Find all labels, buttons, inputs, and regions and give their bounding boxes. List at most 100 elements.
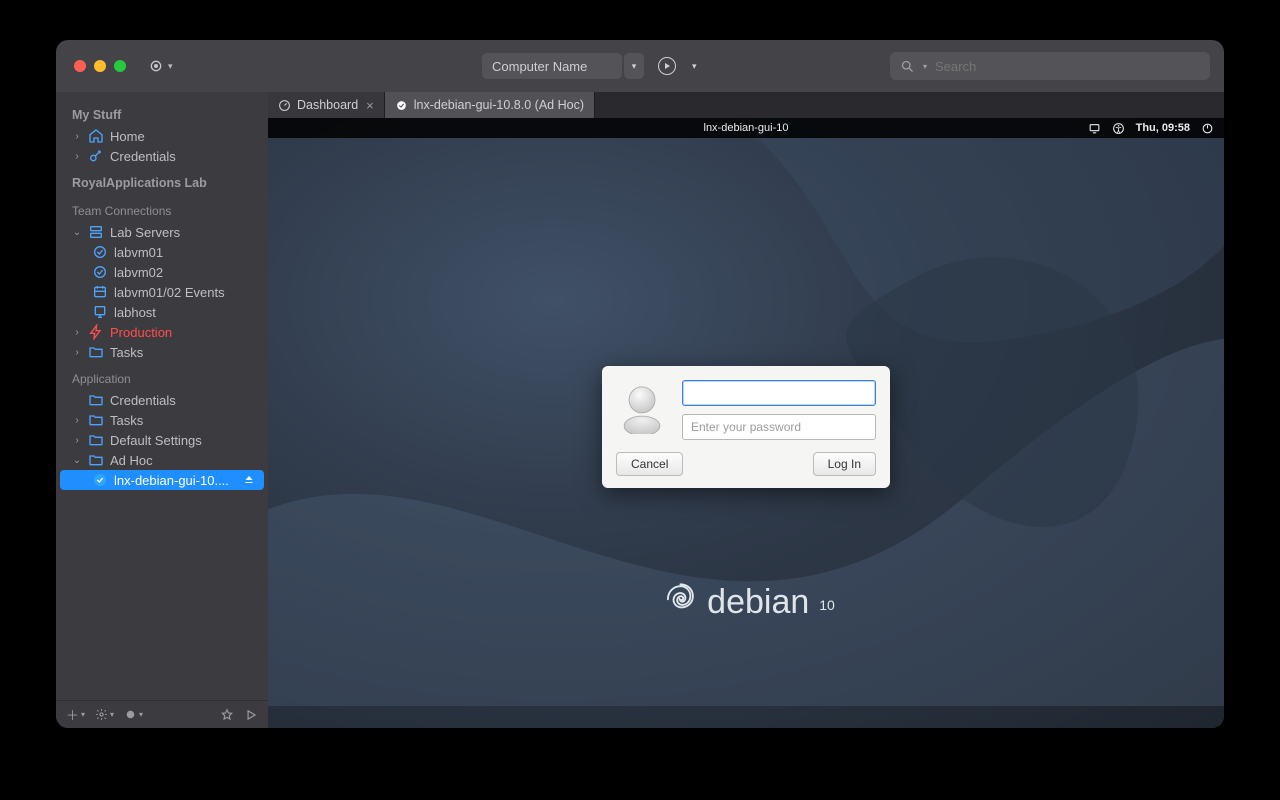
folder-icon <box>88 432 104 448</box>
accessibility-icon[interactable] <box>1112 121 1126 135</box>
group-application: Application <box>56 362 268 390</box>
events-icon <box>92 284 108 300</box>
tree-label: Credentials <box>110 393 176 408</box>
chevron-right-icon: › <box>72 151 82 162</box>
minimize-window-button[interactable] <box>94 60 106 72</box>
tab-connection[interactable]: lnx-debian-gui-10.8.0 (Ad Hoc) <box>385 92 595 118</box>
window-controls <box>74 60 126 72</box>
login-dialog: Cancel Log In <box>602 366 890 488</box>
folder-icon <box>88 412 104 428</box>
chevron-down-icon[interactable]: ▾ <box>624 53 644 79</box>
lightning-icon <box>88 324 104 340</box>
username-input[interactable] <box>682 380 876 406</box>
favorite-button[interactable] <box>220 708 234 722</box>
app-window: ▾ My Stuff › Home › Credentials RoyalApp… <box>56 40 1224 728</box>
debian-swirl-icon <box>659 578 699 627</box>
folder-icon <box>88 392 104 408</box>
active-connection-icon <box>92 472 108 488</box>
sidebar: My Stuff › Home › Credentials RoyalAppli… <box>56 92 268 728</box>
tree-label: labhost <box>114 305 156 320</box>
sidebar-bottom-toolbar: ＋▾ ▾ ▾ <box>56 700 268 728</box>
host-icon <box>92 304 108 320</box>
key-icon <box>88 148 104 164</box>
debian-version: 10 <box>819 597 835 613</box>
settings-button[interactable]: ▾ <box>95 708 114 721</box>
tree-item-lab-servers[interactable]: ⌄ Lab Servers <box>56 222 268 242</box>
eject-icon[interactable] <box>242 473 256 487</box>
display-icon[interactable] <box>1088 121 1102 135</box>
tree-label: Default Settings <box>110 433 202 448</box>
tree-item-labvm02[interactable]: labvm02 <box>56 262 268 282</box>
play-button[interactable] <box>244 708 258 722</box>
tree-item-adhoc[interactable]: ⌄ Ad Hoc <box>56 450 268 470</box>
tree-item-credentials[interactable]: › Credentials <box>56 146 268 166</box>
tree-label: Production <box>110 325 172 340</box>
view-button[interactable]: ▾ <box>124 708 143 721</box>
chevron-right-icon: › <box>72 347 82 358</box>
zoom-window-button[interactable] <box>114 60 126 72</box>
window-body: My Stuff › Home › Credentials RoyalAppli… <box>56 92 1224 728</box>
remote-topbar: lnx-debian-gui-10 Thu, 09:58 <box>268 118 1224 138</box>
debian-logo: debian 10 <box>659 578 833 627</box>
tree-label: Home <box>110 129 145 144</box>
close-icon[interactable]: × <box>366 98 374 113</box>
tree-item-app-tasks[interactable]: › Tasks <box>56 410 268 430</box>
close-window-button[interactable] <box>74 60 86 72</box>
tree-item-labhost[interactable]: labhost <box>56 302 268 322</box>
star-icon <box>220 708 234 722</box>
play-icon <box>244 708 258 722</box>
add-button[interactable]: ＋▾ <box>66 705 85 724</box>
chevron-down-icon: ⌄ <box>72 455 82 466</box>
cancel-button[interactable]: Cancel <box>616 452 683 476</box>
remote-clock: Thu, 09:58 <box>1136 122 1190 134</box>
group-team-connections: Team Connections <box>56 194 268 222</box>
login-button[interactable]: Log In <box>813 452 876 476</box>
section-my-stuff: My Stuff <box>56 98 268 126</box>
chevron-right-icon: › <box>72 415 82 426</box>
tab-dashboard[interactable]: Dashboard × <box>268 92 385 118</box>
tree-item-lab-events[interactable]: labvm01/02 Events <box>56 282 268 302</box>
tree-label: labvm01/02 Events <box>114 285 225 300</box>
computer-name-field[interactable]: Computer Name ▾ <box>482 53 622 79</box>
circle-icon <box>124 708 137 721</box>
tree-label: labvm02 <box>114 265 163 280</box>
user-avatar-icon <box>616 382 668 439</box>
tree-item-app-credentials[interactable]: › Credentials <box>56 390 268 410</box>
active-connection-icon <box>395 99 408 112</box>
tree-item-home[interactable]: › Home <box>56 126 268 146</box>
tree-label: Ad Hoc <box>110 453 153 468</box>
remote-hostname: lnx-debian-gui-10 <box>704 122 789 134</box>
tree-item-tasks[interactable]: › Tasks <box>56 342 268 362</box>
connection-icon <box>92 244 108 260</box>
tree-label: lnx-debian-gui-10.... <box>114 473 229 488</box>
main-area: Computer Name ▾ ▾ ▾ Dashboard × <box>268 92 1224 728</box>
power-icon[interactable] <box>1200 121 1214 135</box>
folder-icon <box>88 452 104 468</box>
chevron-down-icon: ▾ <box>168 61 173 72</box>
tab-label: lnx-debian-gui-10.8.0 (Ad Hoc) <box>414 98 584 112</box>
tab-label: Dashboard <box>297 98 358 112</box>
computer-name-placeholder: Computer Name <box>492 59 587 74</box>
tree-label: Tasks <box>110 413 143 428</box>
tree-item-production[interactable]: › Production <box>56 322 268 342</box>
chevron-right-icon: › <box>72 327 82 338</box>
password-input[interactable] <box>682 414 876 440</box>
target-icon <box>148 58 164 74</box>
tree-label: Tasks <box>110 345 143 360</box>
sidebar-scroll: My Stuff › Home › Credentials RoyalAppli… <box>56 92 268 700</box>
section-royalapps: RoyalApplications Lab <box>56 166 268 194</box>
connection-icon <box>92 264 108 280</box>
chevron-right-icon: › <box>72 131 82 142</box>
tree-item-selected-connection[interactable]: lnx-debian-gui-10.... <box>60 470 264 490</box>
tree-label: labvm01 <box>114 245 163 260</box>
titlebar-gear-menu[interactable]: ▾ <box>148 58 173 74</box>
gauge-icon <box>278 99 291 112</box>
remote-session-view[interactable]: lnx-debian-gui-10 Thu, 09:58 <box>268 118 1224 728</box>
folder-icon <box>88 344 104 360</box>
chevron-right-icon: › <box>72 435 82 446</box>
home-icon <box>88 128 104 144</box>
debian-text: debian <box>707 583 809 622</box>
chevron-down-icon: ⌄ <box>72 227 82 238</box>
tree-item-labvm01[interactable]: labvm01 <box>56 242 268 262</box>
tree-item-default-settings[interactable]: › Default Settings <box>56 430 268 450</box>
